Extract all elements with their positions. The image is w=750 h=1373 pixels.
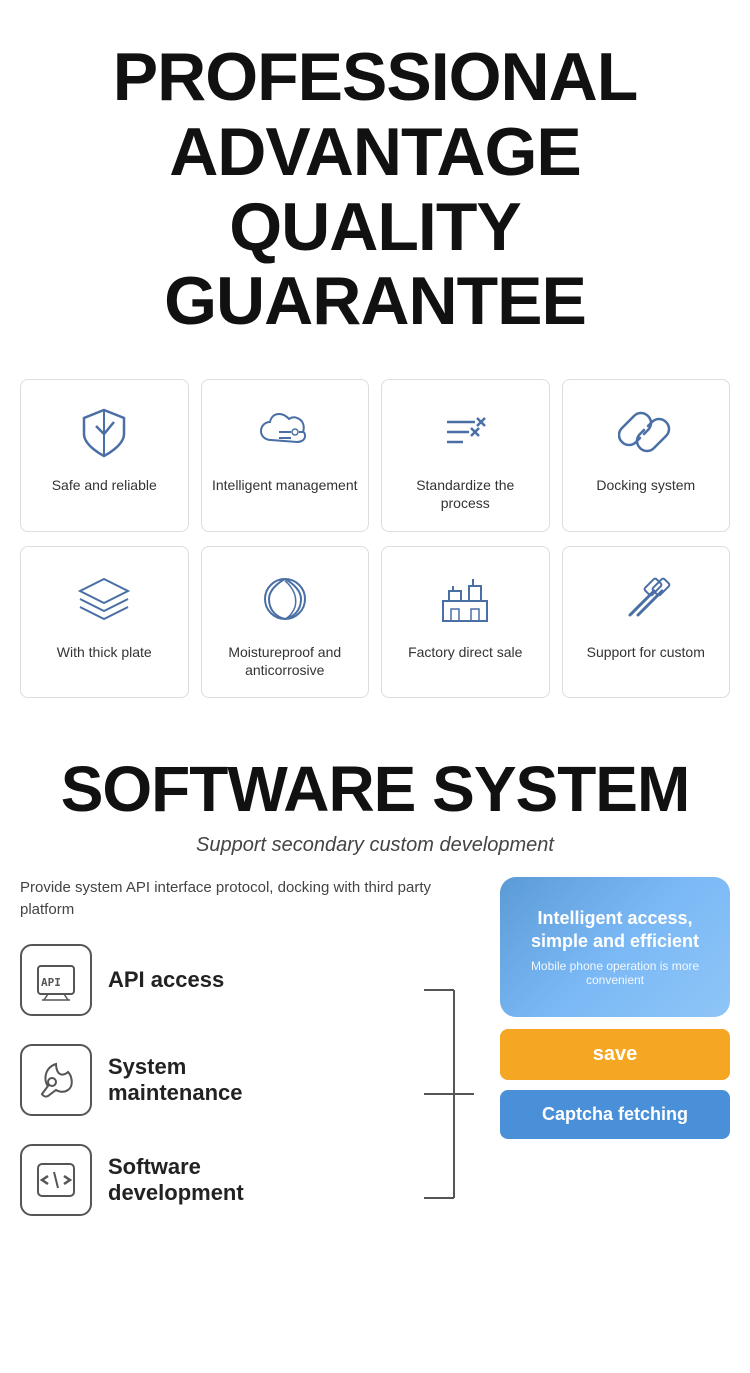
software-item-label-api: API access — [108, 967, 224, 993]
software-section: SOFTWARE SYSTEM Support secondary custom… — [0, 722, 750, 1264]
items-col: API API access — [20, 944, 414, 1244]
feature-card-docking: Docking system — [562, 379, 731, 531]
software-desc: Provide system API interface protocol, d… — [20, 877, 480, 922]
items-with-bracket: API API access — [20, 944, 480, 1244]
features-row-2: With thick plate Moistureproof and antic… — [20, 546, 730, 698]
software-title: SOFTWARE SYSTEM — [20, 752, 730, 826]
phone-mockup-title: Intelligent access, simple and efficient — [516, 907, 714, 954]
process-icon — [433, 400, 497, 464]
save-button[interactable]: save — [500, 1029, 730, 1080]
features-section: Safe and reliable Intelligent management — [0, 369, 750, 722]
link-icon — [614, 400, 678, 464]
software-right: Intelligent access, simple and efficient… — [500, 877, 730, 1139]
software-content: Provide system API interface protocol, d… — [20, 877, 730, 1244]
tools-icon — [614, 567, 678, 631]
feature-label-safe: Safe and reliable — [52, 476, 157, 494]
feature-card-safe: Safe and reliable — [20, 379, 189, 531]
feature-card-thick: With thick plate — [20, 546, 189, 698]
leaf-icon — [253, 567, 317, 631]
shield-icon — [72, 400, 136, 464]
main-title: PROFESSIONAL ADVANTAGE QUALITY GUARANTEE — [20, 40, 730, 339]
software-item-dev: Softwaredevelopment — [20, 1144, 414, 1216]
phone-mockup: Intelligent access, simple and efficient… — [500, 877, 730, 1017]
feature-label-custom: Support for custom — [587, 643, 705, 661]
feature-label-factory: Factory direct sale — [408, 643, 522, 661]
software-item-maintenance: Systemmaintenance — [20, 1044, 414, 1116]
captcha-button[interactable]: Captcha fetching — [500, 1090, 730, 1139]
feature-card-moisture: Moistureproof and anticorrosive — [201, 546, 370, 698]
software-item-api: API API access — [20, 944, 414, 1016]
code-icon — [20, 1144, 92, 1216]
software-item-label-maintenance: Systemmaintenance — [108, 1054, 243, 1107]
feature-label-standardize: Standardize the process — [392, 476, 539, 512]
feature-label-intelligent: Intelligent management — [212, 476, 358, 494]
header-section: PROFESSIONAL ADVANTAGE QUALITY GUARANTEE — [0, 0, 750, 369]
feature-label-docking: Docking system — [596, 476, 695, 494]
feature-label-thick: With thick plate — [57, 643, 152, 661]
cloud-settings-icon — [253, 400, 317, 464]
feature-card-intelligent: Intelligent management — [201, 379, 370, 531]
feature-card-custom: Support for custom — [562, 546, 731, 698]
phone-mockup-subtitle: Mobile phone operation is more convenien… — [516, 959, 714, 987]
software-left: Provide system API interface protocol, d… — [20, 877, 480, 1244]
feature-card-factory: Factory direct sale — [381, 546, 550, 698]
factory-icon — [433, 567, 497, 631]
feature-label-moisture: Moistureproof and anticorrosive — [212, 643, 359, 679]
api-icon: API — [20, 944, 92, 1016]
maintenance-icon — [20, 1044, 92, 1116]
software-subtitle: Support secondary custom development — [20, 834, 730, 857]
svg-text:API: API — [41, 976, 61, 989]
features-row-1: Safe and reliable Intelligent management — [20, 379, 730, 531]
layers-icon — [72, 567, 136, 631]
software-item-label-dev: Softwaredevelopment — [108, 1154, 244, 1207]
feature-card-standardize: Standardize the process — [381, 379, 550, 531]
